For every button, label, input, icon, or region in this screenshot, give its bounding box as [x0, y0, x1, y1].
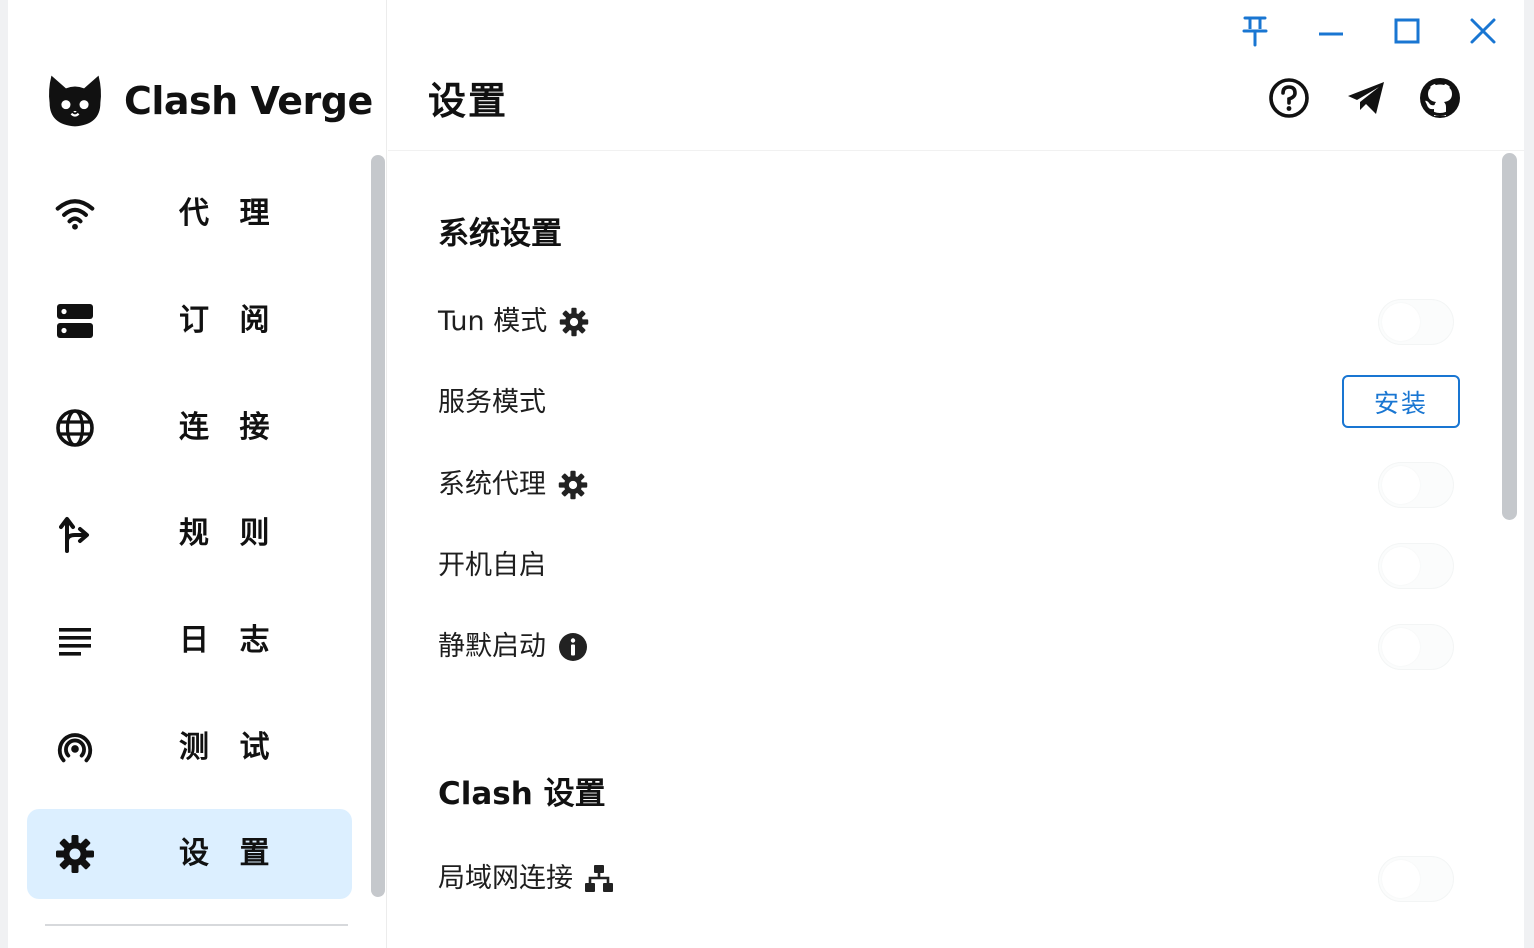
sidebar-item-label: 设 置: [179, 836, 280, 871]
toggle-knob: [1382, 860, 1420, 898]
system-proxy-toggle[interactable]: [1378, 462, 1454, 508]
sidebar-item-rules[interactable]: 规 则: [27, 489, 352, 579]
setting-label: 服务模式: [438, 387, 546, 418]
sidebar-item-profiles[interactable]: 订 阅: [27, 276, 352, 366]
setting-label: 局域网连接: [438, 863, 573, 894]
sidebar-divider: [45, 924, 348, 926]
maximize-button[interactable]: [1390, 14, 1424, 48]
sidebar-item-settings[interactable]: 设 置: [27, 809, 352, 899]
toggle-knob: [1382, 547, 1420, 585]
sidebar: Clash Verge 代 理 订 阅 连 接 规 则 日 志 测 试 设 置: [8, 0, 387, 948]
close-icon: [1470, 18, 1496, 44]
setting-row-tun: Tun 模式: [438, 295, 1454, 349]
header-divider: [388, 150, 1524, 151]
sidebar-item-logs[interactable]: 日 志: [27, 596, 352, 686]
tun-mode-toggle[interactable]: [1378, 299, 1454, 345]
close-button[interactable]: [1466, 14, 1500, 48]
wifi-icon: [55, 194, 95, 234]
setting-row-system-proxy: 系统代理: [438, 458, 1454, 512]
page-title: 设置: [428, 79, 509, 123]
github-button[interactable]: [1418, 76, 1462, 120]
route-fork-icon: [55, 514, 95, 554]
setting-row-autostart: 开机自启: [438, 539, 1454, 593]
sidebar-item-proxies[interactable]: 代 理: [27, 169, 352, 259]
setting-row-lan: 局域网连接: [438, 852, 1454, 906]
app-logo: Clash Verge: [46, 72, 373, 130]
info-icon[interactable]: [558, 632, 588, 662]
setting-label: 开机自启: [438, 550, 546, 581]
setting-row-service: 服务模式 安装: [438, 375, 1460, 430]
gear-icon[interactable]: [559, 307, 589, 337]
broadcast-icon: [55, 728, 95, 768]
sidebar-item-label: 订 阅: [179, 303, 280, 338]
sidebar-scrollbar[interactable]: [371, 155, 385, 897]
minimize-icon: [1319, 32, 1343, 36]
server-icon: [55, 301, 95, 341]
app-name: Clash Verge: [124, 79, 373, 123]
sidebar-item-label: 日 志: [179, 623, 280, 658]
content-scrollbar[interactable]: [1502, 153, 1517, 520]
network-icon[interactable]: [585, 864, 613, 894]
cat-logo-icon: [49, 75, 101, 127]
sidebar-item-label: 测 试: [179, 730, 280, 765]
pin-button[interactable]: [1238, 14, 1272, 48]
gear-icon[interactable]: [558, 470, 588, 500]
lan-toggle[interactable]: [1378, 856, 1454, 902]
autostart-toggle[interactable]: [1378, 543, 1454, 589]
setting-row-silent-start: 静默启动: [438, 620, 1454, 674]
sidebar-item-label: 连 接: [179, 410, 280, 445]
toggle-knob: [1382, 303, 1420, 341]
help-button[interactable]: [1267, 76, 1311, 120]
sidebar-item-test[interactable]: 测 试: [27, 703, 352, 793]
section-title-system: 系统设置: [438, 216, 562, 252]
sidebar-item-label: 代 理: [179, 196, 280, 231]
section-title-clash: Clash 设置: [438, 776, 606, 812]
maximize-icon: [1394, 18, 1420, 44]
github-icon: [1420, 78, 1460, 118]
sidebar-item-label: 规 则: [179, 516, 280, 551]
lines-icon: [55, 621, 95, 661]
toggle-knob: [1382, 466, 1420, 504]
toggle-knob: [1382, 628, 1420, 666]
app-window: Clash Verge 代 理 订 阅 连 接 规 则 日 志 测 试 设 置 …: [8, 0, 1524, 948]
telegram-button[interactable]: [1344, 76, 1388, 120]
gear-icon: [55, 834, 95, 874]
pin-icon: [1242, 16, 1268, 47]
setting-label: Tun 模式: [438, 306, 548, 337]
telegram-icon: [1348, 82, 1384, 114]
minimize-button[interactable]: [1314, 14, 1348, 48]
globe-icon: [55, 408, 95, 448]
setting-label: 静默启动: [438, 631, 546, 662]
sidebar-item-connections[interactable]: 连 接: [27, 383, 352, 473]
setting-label: 系统代理: [438, 469, 546, 500]
silent-start-toggle[interactable]: [1378, 624, 1454, 670]
install-service-button[interactable]: 安装: [1342, 375, 1460, 428]
help-icon: [1269, 78, 1309, 118]
